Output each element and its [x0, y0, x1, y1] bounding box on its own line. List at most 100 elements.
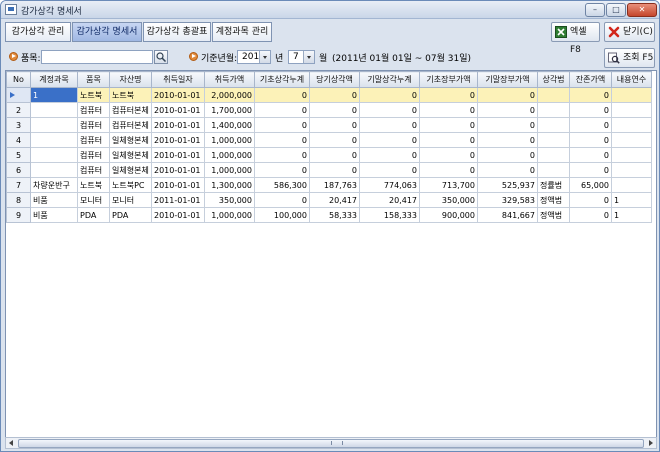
table-cell[interactable]: 2,000,000 [204, 87, 255, 103]
table-cell[interactable]: 0 [309, 87, 360, 103]
column-header[interactable]: 상각법 [537, 71, 570, 88]
row-number[interactable]: 7 [6, 177, 31, 193]
table-cell[interactable]: 1 [30, 87, 78, 103]
table-cell[interactable]: 1,000,000 [204, 162, 255, 178]
table-cell[interactable] [30, 162, 78, 178]
table-cell[interactable]: 0 [309, 162, 360, 178]
table-cell[interactable]: 0 [254, 87, 310, 103]
table-row[interactable]: 1 노트북 노트북 2010-01-01 2,000,000 0 0 0 0 0 0 [6, 87, 652, 103]
table-cell[interactable]: 컴퓨터 [77, 132, 110, 148]
minimize-button[interactable]: – [585, 3, 605, 17]
table-cell[interactable]: 0 [309, 102, 360, 118]
table-cell[interactable]: 20,417 [309, 192, 360, 208]
table-cell[interactable]: 컴퓨터 [77, 117, 110, 133]
close-button[interactable]: 닫기(C) [604, 22, 655, 42]
table-cell[interactable]: 100,000 [254, 207, 310, 223]
column-header[interactable]: 자산명 [109, 71, 152, 88]
table-cell[interactable]: 0 [359, 117, 420, 133]
table-cell[interactable]: 0 [419, 87, 478, 103]
table-cell[interactable]: 0 [419, 117, 478, 133]
table-cell[interactable]: 정액법 [537, 192, 570, 208]
table-cell[interactable]: 1 [611, 207, 652, 223]
table-cell[interactable]: 컴퓨터본체 [109, 102, 152, 118]
table-cell[interactable]: 0 [569, 162, 612, 178]
table-cell[interactable]: 2010-01-01 [151, 132, 205, 148]
table-cell[interactable]: 2010-01-01 [151, 87, 205, 103]
table-cell[interactable]: 2010-01-01 [151, 177, 205, 193]
table-cell[interactable]: 329,583 [477, 192, 538, 208]
table-cell[interactable]: 0 [359, 132, 420, 148]
table-cell[interactable]: 2010-01-01 [151, 147, 205, 163]
table-cell[interactable]: 0 [569, 117, 612, 133]
year-select[interactable]: 2011 [237, 50, 271, 64]
table-cell[interactable]: 1,000,000 [204, 147, 255, 163]
table-cell[interactable]: 0 [477, 117, 538, 133]
search-button[interactable]: 조회 F5 [604, 48, 655, 68]
table-cell[interactable]: 컴퓨터 [77, 102, 110, 118]
table-cell[interactable]: 0 [569, 192, 612, 208]
row-number[interactable]: 6 [6, 162, 31, 178]
table-cell[interactable] [30, 147, 78, 163]
horizontal-scrollbar[interactable] [5, 437, 657, 449]
table-cell[interactable]: 정액법 [537, 207, 570, 223]
column-header[interactable]: 기초상각누계 [254, 71, 310, 88]
table-cell[interactable]: 일체형본체 [109, 162, 152, 178]
column-header[interactable]: No [6, 71, 31, 88]
row-number[interactable]: 9 [6, 207, 31, 223]
tab-account-management[interactable]: 계정과목 관리 [212, 22, 272, 42]
column-header[interactable]: 취득가액 [204, 71, 255, 88]
table-cell[interactable] [537, 117, 570, 133]
column-header[interactable]: 잔존가액 [569, 71, 612, 88]
table-cell[interactable]: 0 [359, 102, 420, 118]
table-cell[interactable]: 0 [477, 147, 538, 163]
table-cell[interactable]: 0 [359, 147, 420, 163]
column-header[interactable]: 기말장부가액 [477, 71, 538, 88]
table-cell[interactable]: 컴퓨터 [77, 147, 110, 163]
table-cell[interactable]: 1 [611, 192, 652, 208]
table-cell[interactable]: 노트북 [77, 87, 110, 103]
table-row[interactable]: 6 컴퓨터 일체형본체 2010-01-01 1,000,000 0 0 0 0 0 0 [6, 162, 652, 178]
table-cell[interactable] [537, 102, 570, 118]
table-cell[interactable]: 0 [477, 87, 538, 103]
table-cell[interactable]: 노트북 [109, 87, 152, 103]
tab-depreciation-statement[interactable]: 감가상각 명세서 [72, 22, 142, 42]
table-cell[interactable]: 350,000 [419, 192, 478, 208]
table-cell[interactable] [611, 132, 652, 148]
row-number[interactable]: 3 [6, 117, 31, 133]
table-cell[interactable]: 0 [569, 102, 612, 118]
table-cell[interactable]: 2011-01-01 [151, 192, 205, 208]
table-cell[interactable]: PDA [109, 207, 152, 223]
table-cell[interactable]: 0 [419, 162, 478, 178]
table-cell[interactable]: 0 [254, 117, 310, 133]
table-cell[interactable]: 0 [254, 102, 310, 118]
column-header[interactable]: 내용연수 [611, 71, 652, 88]
column-header[interactable]: 기말상각누계 [359, 71, 420, 88]
table-cell[interactable]: 841,667 [477, 207, 538, 223]
table-cell[interactable] [537, 87, 570, 103]
table-row[interactable]: 3 컴퓨터 컴퓨터본체 2010-01-01 1,400,000 0 0 0 0 0 0 [6, 117, 652, 133]
table-cell[interactable]: PDA [77, 207, 110, 223]
table-cell[interactable] [537, 162, 570, 178]
table-cell[interactable]: 1,000,000 [204, 132, 255, 148]
table-cell[interactable] [611, 147, 652, 163]
table-cell[interactable]: 0 [254, 147, 310, 163]
table-cell[interactable]: 2010-01-01 [151, 117, 205, 133]
item-input[interactable] [41, 50, 153, 64]
statement-grid[interactable]: No 계정과목 품목 자산명 취득일자 취득가액 기초상각누계 당기상각액 기말상각누계 기초장부… [5, 70, 657, 449]
excel-button[interactable]: 엑셀 F8 [551, 22, 600, 55]
table-cell[interactable]: 정률법 [537, 177, 570, 193]
table-cell[interactable]: 0 [359, 87, 420, 103]
table-cell[interactable]: 0 [254, 132, 310, 148]
table-cell[interactable]: 187,763 [309, 177, 360, 193]
column-header[interactable]: 기초장부가액 [419, 71, 478, 88]
table-cell[interactable] [611, 177, 652, 193]
row-number[interactable]: 5 [6, 147, 31, 163]
table-row[interactable]: 2 컴퓨터 컴퓨터본체 2010-01-01 1,700,000 0 0 0 0 0 0 [6, 102, 652, 118]
item-search-button[interactable] [154, 50, 168, 64]
table-cell[interactable] [30, 132, 78, 148]
row-number[interactable] [6, 87, 31, 103]
column-header[interactable]: 계정과목 [30, 71, 78, 88]
table-cell[interactable]: 58,333 [309, 207, 360, 223]
table-cell[interactable] [611, 102, 652, 118]
table-cell[interactable]: 비품 [30, 192, 78, 208]
